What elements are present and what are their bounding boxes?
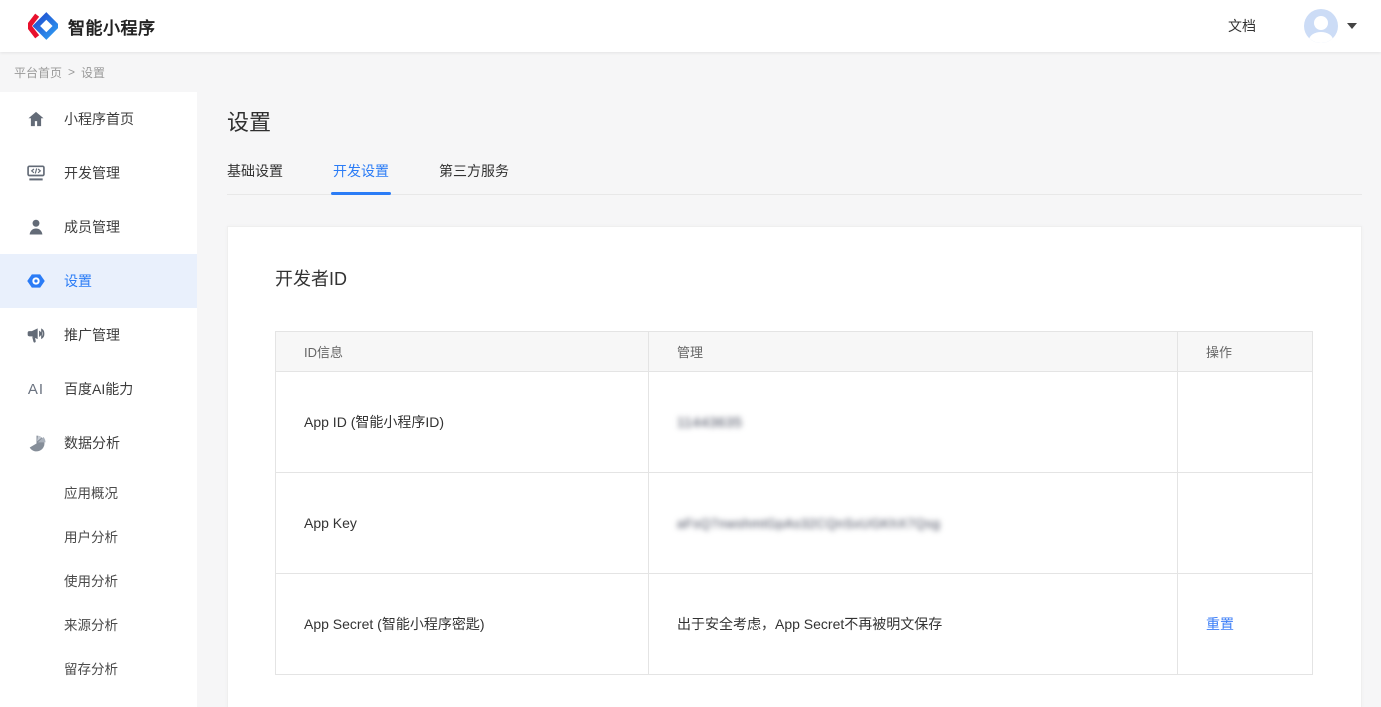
sidebar-item-label: 开发管理: [64, 163, 120, 183]
table-row-app-id: App ID (智能小程序ID) 11443635: [276, 372, 1313, 473]
row-action-empty: [1178, 473, 1313, 574]
avatar-shoulders-shape: [1309, 32, 1333, 43]
sidebar-item-label: 成员管理: [64, 217, 120, 237]
reset-link[interactable]: 重置: [1206, 616, 1234, 632]
brand[interactable]: 智能小程序: [28, 12, 156, 40]
top-header: 智能小程序 文档: [0, 0, 1381, 52]
page-title: 设置: [227, 105, 1362, 137]
member-icon: [26, 217, 46, 237]
row-label: App Key: [276, 473, 649, 574]
app-id-value: 11443635: [677, 414, 742, 430]
developer-id-card: 开发者ID ID信息 管理 操作 App ID (智能小程序ID) 114436…: [227, 226, 1362, 707]
breadcrumb: 平台首页 > 设置: [0, 52, 1381, 92]
sidebar-subitem-retention-analysis[interactable]: 留存分析: [0, 646, 197, 690]
sidebar-item-dev[interactable]: 开发管理: [0, 146, 197, 200]
sidebar-item-label: 小程序首页: [64, 109, 134, 129]
sidebar-item-home[interactable]: 小程序首页: [0, 92, 197, 146]
brand-logo-icon: [28, 12, 58, 40]
row-label: App ID (智能小程序ID): [276, 372, 649, 473]
table-header-row: ID信息 管理 操作: [276, 332, 1313, 372]
row-action-empty: [1178, 372, 1313, 473]
tab-dev-settings[interactable]: 开发设置: [333, 161, 389, 194]
tab-basic-settings[interactable]: 基础设置: [227, 161, 283, 194]
tab-bar: 基础设置 开发设置 第三方服务: [227, 161, 1362, 195]
tab-third-party[interactable]: 第三方服务: [439, 161, 509, 194]
developer-id-table: ID信息 管理 操作 App ID (智能小程序ID) 11443635 App…: [275, 331, 1313, 675]
avatar[interactable]: [1304, 9, 1338, 43]
avatar-head-shape: [1314, 16, 1328, 30]
sidebar-item-promotion[interactable]: 推广管理: [0, 308, 197, 362]
sidebar-item-label: 推广管理: [64, 325, 120, 345]
app-key-value: aFsQ7nwshmtGpAs32CQnSxUGKhX7Qsg: [677, 516, 940, 531]
column-header-id-info: ID信息: [276, 332, 649, 372]
chevron-down-icon[interactable]: [1347, 23, 1357, 29]
column-header-action: 操作: [1178, 332, 1313, 372]
ai-icon: AI: [26, 379, 46, 399]
main-content: 设置 基础设置 开发设置 第三方服务 开发者ID ID信息 管理 操作: [197, 92, 1381, 707]
sidebar-item-label: 百度AI能力: [64, 379, 133, 399]
sidebar-subitem-user-analysis[interactable]: 用户分析: [0, 514, 197, 558]
column-header-manage: 管理: [649, 332, 1178, 372]
sidebar-item-label: 数据分析: [64, 433, 120, 453]
sidebar: 小程序首页 开发管理 成员管理: [0, 92, 197, 707]
gear-icon: [26, 271, 46, 291]
table-row-app-key: App Key aFsQ7nwshmtGpAs32CQnSxUGKhX7Qsg: [276, 473, 1313, 574]
sidebar-subitem-source-analysis[interactable]: 来源分析: [0, 602, 197, 646]
sidebar-subitem-usage-analysis[interactable]: 使用分析: [0, 558, 197, 602]
row-label: App Secret (智能小程序密匙): [276, 574, 649, 675]
sidebar-item-label: 设置: [64, 271, 92, 291]
megaphone-icon: [26, 325, 46, 345]
sidebar-item-members[interactable]: 成员管理: [0, 200, 197, 254]
brand-name: 智能小程序: [68, 14, 156, 39]
card-heading: 开发者ID: [275, 265, 1314, 291]
breadcrumb-home[interactable]: 平台首页: [14, 64, 62, 81]
sidebar-item-settings[interactable]: 设置: [0, 254, 197, 308]
table-row-app-secret: App Secret (智能小程序密匙) 出于安全考虑，App Secret不再…: [276, 574, 1313, 675]
pie-icon: [26, 433, 46, 453]
app-secret-note: 出于安全考虑，App Secret不再被明文保存: [649, 574, 1178, 675]
sidebar-item-analytics[interactable]: 数据分析: [0, 416, 197, 470]
sidebar-subitem-app-overview[interactable]: 应用概况: [0, 470, 197, 514]
breadcrumb-separator: >: [68, 65, 75, 79]
home-icon: [26, 109, 46, 129]
doc-link[interactable]: 文档: [1228, 16, 1256, 36]
breadcrumb-current: 设置: [81, 64, 105, 81]
sidebar-item-ai[interactable]: AI 百度AI能力: [0, 362, 197, 416]
code-icon: [26, 163, 46, 183]
